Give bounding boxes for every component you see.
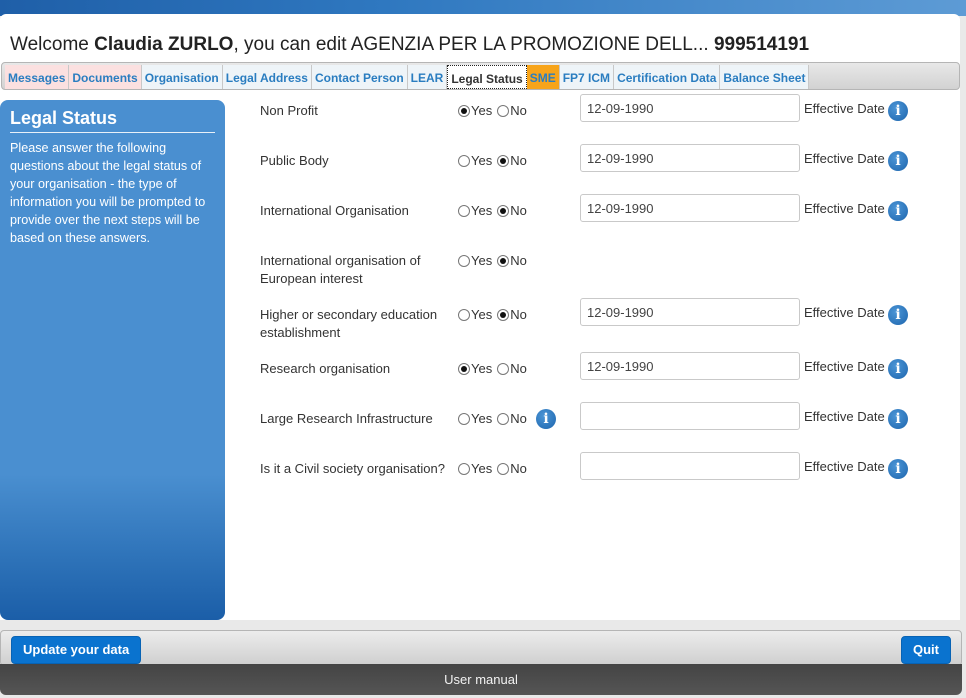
info-icon[interactable]: i [888,151,908,171]
quit-button[interactable]: Quit [901,636,951,664]
yes-no-radio-group: Yes No [458,410,532,428]
effective-date-label: Effective Date [804,459,885,474]
effective-date-input[interactable] [580,144,800,172]
pic-number: 999514191 [713,34,810,55]
effective-date-label: Effective Date [804,305,885,320]
radio-no-label[interactable]: No [510,202,527,220]
radio-yes-label[interactable]: Yes [471,152,492,170]
radio-no[interactable] [497,205,510,217]
radio-no[interactable] [497,363,510,375]
info-icon[interactable]: i [888,409,908,429]
tab-messages[interactable]: Messages [5,65,70,89]
effective-date-input[interactable] [580,94,800,122]
tab-contact-person[interactable]: Contact Person [311,65,408,89]
radio-yes-label[interactable]: Yes [471,306,492,324]
user-name: Claudia ZURLO [94,34,234,55]
radio-no-label[interactable]: No [510,252,527,270]
info-icon[interactable]: i [536,409,556,429]
effective-date-label: Effective Date [804,151,885,166]
tab-certification-data[interactable]: Certification Data [614,65,721,89]
question-label: Non Profit [260,103,318,118]
yes-no-radio-group: Yes No [458,202,532,220]
question-label: Is it a Civil society organisation? [260,461,445,476]
radio-yes-label[interactable]: Yes [471,410,492,428]
yes-no-radio-group: Yes No [458,306,532,324]
radio-no-label[interactable]: No [510,410,527,428]
radio-yes-label[interactable]: Yes [471,102,492,120]
sidebar-title: Legal Status [10,108,215,133]
update-data-button[interactable]: Update your data [11,636,142,664]
footer-bar: User manual [0,664,962,695]
action-bar: Update your data Quit [0,630,962,666]
organisation-name: , you can edit AGENZIA PER LA PROMOZIONE… [233,34,714,55]
tab-sme[interactable]: SME [526,65,560,89]
radio-yes[interactable] [458,205,470,217]
radio-yes[interactable] [458,309,470,321]
radio-yes-label[interactable]: Yes [471,360,492,378]
question-label: International organisation of European i… [260,253,421,286]
yes-no-radio-group: Yes No [458,252,532,270]
radio-yes[interactable] [458,105,470,117]
welcome-prefix: Welcome [10,34,95,55]
info-icon[interactable]: i [888,359,908,379]
radio-yes-label[interactable]: Yes [471,202,492,220]
radio-yes-label[interactable]: Yes [471,252,492,270]
info-icon[interactable]: i [888,101,908,121]
effective-date-input[interactable] [580,402,800,430]
effective-date-input[interactable] [580,452,800,480]
radio-no[interactable] [497,413,510,425]
user-manual-link[interactable]: User manual [444,672,518,687]
radio-no[interactable] [497,255,510,267]
tab-fp7-icm[interactable]: FP7 ICM [559,65,615,89]
yes-no-radio-group: Yes No [458,460,532,478]
effective-date-label: Effective Date [804,201,885,216]
radio-no[interactable] [497,155,510,167]
tab-lear[interactable]: LEAR [407,65,448,89]
tab-organisation[interactable]: Organisation [141,65,223,89]
question-label: Higher or secondary education establishm… [260,307,438,340]
info-icon[interactable]: i [888,305,908,325]
radio-yes[interactable] [458,463,470,475]
yes-no-radio-group: Yes No [458,102,532,120]
tab-legal-address[interactable]: Legal Address [222,65,312,89]
yes-no-radio-group: Yes No [458,360,532,378]
radio-yes[interactable] [458,155,470,167]
effective-date-label: Effective Date [804,101,885,116]
question-label: Large Research Infrastructure [260,411,433,426]
radio-no-label[interactable]: No [510,460,527,478]
tab-balance-sheet[interactable]: Balance Sheet [720,65,810,89]
radio-no-label[interactable]: No [510,102,527,120]
question-label: International Organisation [260,203,409,218]
radio-no-label[interactable]: No [510,152,527,170]
radio-yes[interactable] [458,363,470,375]
tab-legal-status[interactable]: Legal Status [447,65,527,89]
radio-yes-label[interactable]: Yes [471,460,492,478]
radio-no[interactable] [497,309,510,321]
welcome-heading: Welcome Claudia ZURLO, you can edit AGEN… [10,34,809,56]
yes-no-radio-group: Yes No [458,152,532,170]
effective-date-input[interactable] [580,298,800,326]
radio-yes[interactable] [458,413,470,425]
radio-no-label[interactable]: No [510,306,527,324]
question-label: Public Body [260,153,329,168]
radio-no[interactable] [497,463,510,475]
tab-documents[interactable]: Documents [69,65,142,89]
effective-date-label: Effective Date [804,409,885,424]
info-icon[interactable]: i [888,201,908,221]
effective-date-input[interactable] [580,194,800,222]
tab-bar: Messages Documents Organisation Legal Ad… [1,62,960,90]
effective-date-input[interactable] [580,352,800,380]
effective-date-label: Effective Date [804,359,885,374]
radio-no[interactable] [497,105,510,117]
question-label: Research organisation [260,361,391,376]
radio-no-label[interactable]: No [510,360,527,378]
help-sidebar: Legal Status Please answer the following… [0,100,225,620]
sidebar-description: Please answer the following questions ab… [10,141,206,245]
radio-yes[interactable] [458,255,470,267]
info-icon[interactable]: i [888,459,908,479]
